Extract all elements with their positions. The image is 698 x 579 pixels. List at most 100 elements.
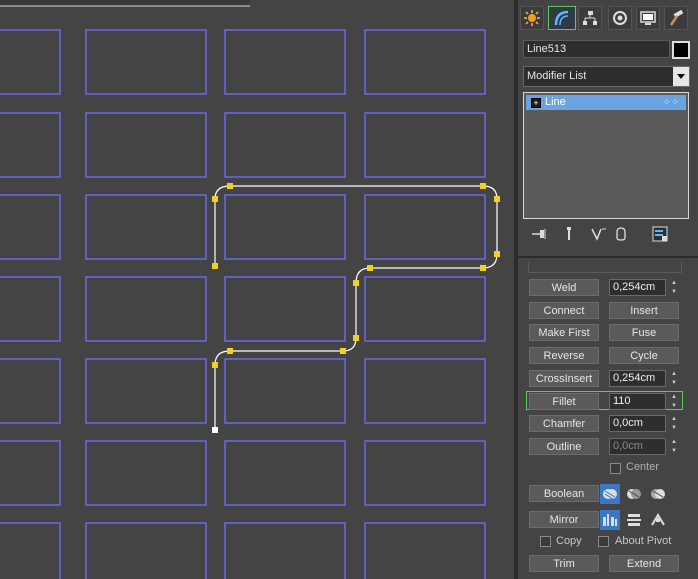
grid-shape[interactable] [0,440,61,506]
fillet-spinner[interactable]: ▲ ▼ [669,393,679,410]
outline-amount-field[interactable]: 0,0cm [609,438,666,455]
grid-shape[interactable] [85,440,207,506]
grid-shape[interactable] [224,358,346,424]
spline-vertex[interactable] [227,348,233,354]
grid-shape[interactable] [0,29,61,95]
connect-button[interactable]: Connect [529,302,599,319]
fillet-amount-field[interactable]: 110 [609,393,666,410]
viewport-label-bar [0,0,250,6]
show-end-result-icon[interactable] [562,226,576,242]
spline-vertex[interactable] [227,183,233,189]
modifier-stack[interactable]: + Line ⁘⁘ [523,92,689,219]
about-pivot-checkbox[interactable] [598,536,609,547]
grid-shape[interactable] [85,522,207,579]
object-name-field[interactable]: Line513 [523,40,670,58]
spline-vertex[interactable] [212,362,218,368]
center-checkbox[interactable] [610,463,621,474]
object-color-swatch[interactable] [672,41,690,59]
spline-vertex[interactable] [212,196,218,202]
create-tab[interactable] [520,6,544,30]
boolean-button[interactable]: Boolean [529,485,599,502]
grid-shape[interactable] [364,440,486,506]
insert-button[interactable]: Insert [609,302,679,319]
spline-vertex[interactable] [353,280,359,286]
utilities-tab[interactable] [664,6,688,30]
crossinsert-button[interactable]: CrossInsert [529,370,599,387]
modifier-list-dropdown[interactable]: Modifier List [523,66,690,87]
grid-shape[interactable] [224,276,346,342]
spline-vertex[interactable] [212,263,218,269]
grid-shape[interactable] [364,276,486,342]
boolean-intersection-button[interactable] [648,484,668,504]
reverse-button[interactable]: Reverse [529,347,599,364]
grid-shape[interactable] [364,358,486,424]
display-tab[interactable] [636,6,660,30]
grid-shape[interactable] [224,29,346,95]
grid-shape[interactable] [364,112,486,178]
grid-shape[interactable] [224,112,346,178]
spline-vertex[interactable] [480,265,486,271]
spline-vertex[interactable] [367,265,373,271]
crossinsert-spinner[interactable]: ▲ ▼ [669,370,679,387]
viewport-canvas[interactable] [0,0,514,579]
grid-shape[interactable] [85,29,207,95]
viewport[interactable] [0,0,514,579]
boolean-union-button[interactable] [600,484,620,504]
outline-button[interactable]: Outline [529,438,599,455]
pin-stack-icon[interactable] [532,226,548,242]
copy-checkbox[interactable] [540,536,551,547]
hierarchy-tab[interactable] [578,6,602,30]
outline-spinner[interactable]: ▲ ▼ [669,438,679,455]
boolean-subtraction-button[interactable] [624,484,644,504]
spline-vertex[interactable] [340,348,346,354]
grid-shape[interactable] [85,194,207,260]
grid-shape[interactable] [224,522,346,579]
grid-shape[interactable] [85,358,207,424]
first-vertex[interactable] [212,427,218,433]
spline-vertex[interactable] [494,196,500,202]
grid-shape[interactable] [0,276,61,342]
make-unique-icon[interactable] [590,226,608,242]
grid-shape[interactable] [364,29,486,95]
weld-threshold-field[interactable]: 0,254cm [609,279,666,296]
mirror-vertical-button[interactable] [624,510,644,530]
configure-modifier-sets-icon[interactable] [652,226,668,242]
chevron-down-icon[interactable] [673,67,689,86]
grid-shape[interactable] [0,194,61,260]
extend-button[interactable]: Extend [609,555,679,572]
remove-modifier-icon[interactable] [614,226,628,242]
spline-vertex[interactable] [494,251,500,257]
fillet-button[interactable]: Fillet [529,393,599,410]
weld-button[interactable]: Weld [529,279,599,296]
chamfer-spinner[interactable]: ▲ ▼ [669,415,679,432]
trim-button[interactable]: Trim [529,555,599,572]
grid-shape[interactable] [85,276,207,342]
fuse-button[interactable]: Fuse [609,324,679,341]
mirror-button[interactable]: Mirror [529,511,599,528]
mirror-horizontal-button[interactable] [600,510,620,530]
grid-shape[interactable] [0,112,61,178]
chamfer-button[interactable]: Chamfer [529,415,599,432]
grid-shape[interactable] [364,522,486,579]
grid-shape[interactable] [0,358,61,424]
expand-plus-icon[interactable]: + [531,98,541,108]
motion-tab[interactable] [608,6,632,30]
chamfer-amount-field[interactable]: 0,0cm [609,415,666,432]
weld-spinner[interactable]: ▲ ▼ [669,279,679,296]
spline-vertex[interactable] [353,335,359,341]
crossinsert-threshold-field[interactable]: 0,254cm [609,370,666,387]
grid-shape[interactable] [224,440,346,506]
make-first-button[interactable]: Make First [529,324,599,341]
grid-shape[interactable] [0,522,61,579]
grid-shape[interactable] [364,194,486,260]
spline-vertex[interactable] [480,183,486,189]
stack-item-line[interactable]: + Line ⁘⁘ [526,95,686,110]
grid-shape[interactable] [224,194,346,260]
sub-object-dots-icon[interactable]: ⁘⁘ [663,95,680,110]
selected-spline[interactable] [214,185,498,430]
grid-shape[interactable] [85,112,207,178]
modify-tab[interactable] [548,6,576,30]
cycle-button[interactable]: Cycle [609,347,679,364]
mirror-both-button[interactable] [648,510,668,530]
modifier-list-label: Modifier List [527,70,587,82]
